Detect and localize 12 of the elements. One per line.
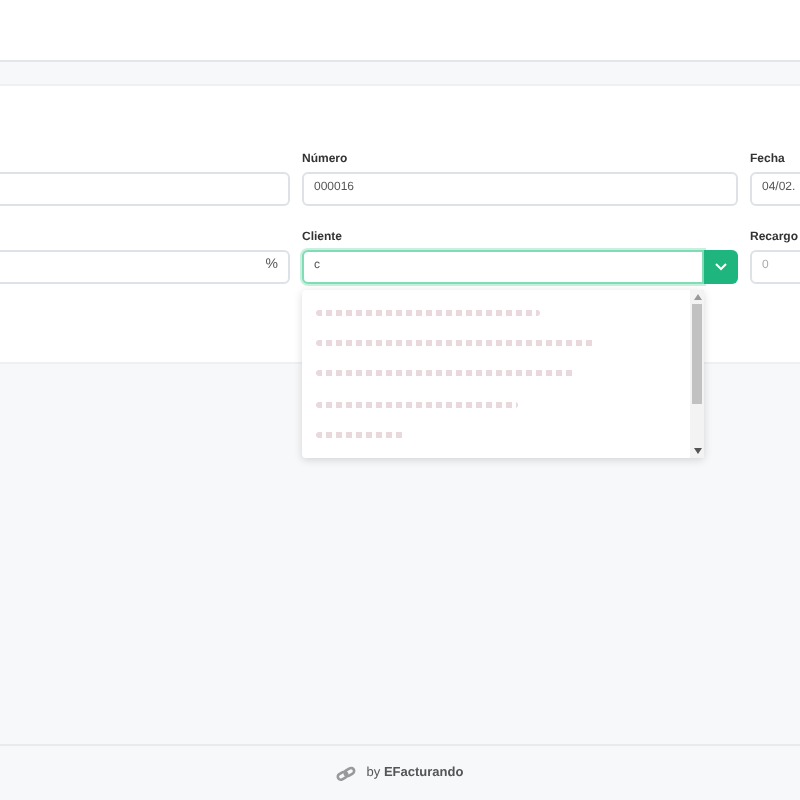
blurred-option[interactable] xyxy=(316,431,406,438)
scroll-down-icon[interactable] xyxy=(693,448,701,454)
blurred-option[interactable] xyxy=(316,370,576,377)
scrollbar-thumb[interactable] xyxy=(692,304,702,404)
chevron-down-icon xyxy=(714,262,728,272)
scrollbar[interactable] xyxy=(690,290,704,458)
blurred-option[interactable] xyxy=(316,310,540,317)
link-icon xyxy=(336,765,357,781)
blurred-option[interactable] xyxy=(316,401,518,408)
scroll-up-icon[interactable] xyxy=(693,294,701,300)
dropdown-button[interactable] xyxy=(704,250,738,284)
blurred-option[interactable] xyxy=(316,340,597,347)
